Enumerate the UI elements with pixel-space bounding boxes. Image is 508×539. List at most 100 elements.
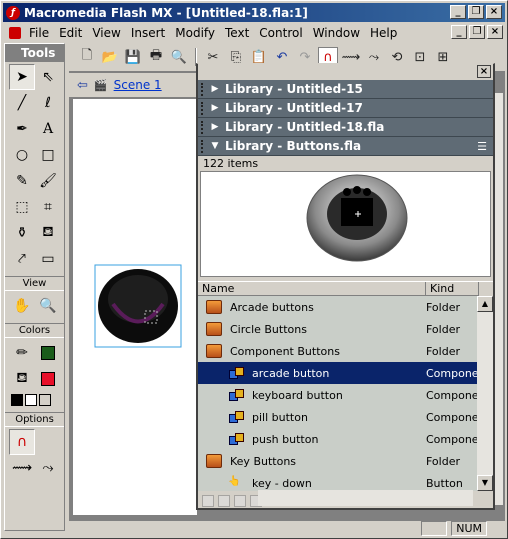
new-file-icon[interactable]: 🗋 bbox=[77, 47, 97, 67]
eraser-tool-icon[interactable]: ▭ bbox=[35, 246, 61, 272]
menu-control[interactable]: Control bbox=[254, 26, 307, 40]
grip-icon[interactable] bbox=[201, 139, 209, 153]
back-arrow-icon[interactable]: ⇦ bbox=[77, 78, 88, 93]
smooth-option-icon[interactable]: ⟿ bbox=[9, 455, 35, 481]
fill-color-icon[interactable]: ⛾ bbox=[9, 366, 35, 392]
hand-tool-icon[interactable]: ✋ bbox=[9, 293, 35, 319]
eyedropper-tool-icon[interactable]: ⤤ bbox=[9, 246, 35, 272]
library-bar-untitled-17[interactable]: ▶ Library - Untitled-17 bbox=[198, 99, 493, 118]
swap-colors-icon[interactable] bbox=[39, 394, 51, 406]
pencil-tool-icon[interactable]: ✎ bbox=[9, 168, 35, 194]
menu-text[interactable]: Text bbox=[220, 26, 254, 40]
oval-tool-icon[interactable]: ○ bbox=[9, 142, 35, 168]
canvas-button-art[interactable] bbox=[73, 99, 197, 515]
options-menu-icon[interactable]: ☰ bbox=[477, 140, 487, 153]
library-bar-buttons[interactable]: ▼ Library - Buttons.fla ☰ bbox=[198, 137, 493, 156]
subselect-tool-icon[interactable]: ⇖ bbox=[35, 64, 61, 90]
straighten-option-icon[interactable]: ⤳ bbox=[35, 455, 61, 481]
library-bar-label: Library - Untitled-18.fla bbox=[225, 120, 385, 134]
library-row[interactable]: Circle Buttons Folder bbox=[198, 318, 493, 340]
library-close-button[interactable]: × bbox=[477, 65, 491, 78]
status-bar: NUM bbox=[3, 519, 507, 538]
component-icon bbox=[228, 388, 244, 402]
doc-restore-button[interactable]: ❐ bbox=[469, 25, 485, 39]
library-row[interactable]: keyboard button Component bbox=[198, 384, 493, 406]
print-preview-icon[interactable]: 🔍 bbox=[169, 47, 189, 67]
maximize-button[interactable]: ❐ bbox=[468, 5, 484, 19]
ink-bottle-tool-icon[interactable]: ⚱ bbox=[9, 220, 35, 246]
minimize-button[interactable]: _ bbox=[450, 5, 466, 19]
menu-help[interactable]: Help bbox=[365, 26, 402, 40]
new-folder-icon[interactable] bbox=[218, 495, 230, 507]
library-row[interactable]: arcade button Component bbox=[198, 362, 493, 384]
expand-arrow-icon[interactable]: ▶ bbox=[209, 84, 221, 94]
button-symbol-icon: 👆 bbox=[228, 476, 241, 487]
library-row[interactable]: Component Buttons Folder bbox=[198, 340, 493, 362]
fill-color-swatch[interactable] bbox=[35, 366, 61, 392]
stage-canvas[interactable] bbox=[73, 99, 197, 515]
doc-minimize-button[interactable]: _ bbox=[451, 25, 467, 39]
library-row[interactable]: Key Buttons Folder bbox=[198, 450, 493, 472]
line-tool-icon[interactable]: ╱ bbox=[9, 90, 35, 116]
print-icon[interactable]: 🖶 bbox=[146, 47, 166, 67]
scene-icon: 🎬 bbox=[93, 78, 108, 92]
library-list: Arcade buttons Folder Circle Buttons Folder… bbox=[198, 296, 493, 491]
component-icon bbox=[228, 366, 244, 380]
properties-icon[interactable] bbox=[234, 495, 246, 507]
library-row[interactable]: Arcade buttons Folder bbox=[198, 296, 493, 318]
scroll-up-button[interactable]: ▲ bbox=[477, 296, 493, 312]
library-row[interactable]: 👆 key - down Button bbox=[198, 472, 493, 491]
library-bar-untitled-18[interactable]: ▶ Library - Untitled-18.fla bbox=[198, 118, 493, 137]
menu-window[interactable]: Window bbox=[308, 26, 365, 40]
row-name: Key Buttons bbox=[230, 454, 297, 468]
scene-link[interactable]: Scene 1 bbox=[114, 78, 162, 92]
library-horizontal-scrollbar[interactable] bbox=[258, 490, 473, 506]
expand-arrow-icon[interactable]: ▶ bbox=[209, 103, 221, 113]
arrow-tool-icon[interactable]: ➤ bbox=[9, 64, 35, 90]
paint-bucket-tool-icon[interactable]: ⛾ bbox=[35, 220, 61, 246]
menu-edit[interactable]: Edit bbox=[54, 26, 87, 40]
save-icon[interactable]: 💾 bbox=[123, 47, 143, 67]
library-row[interactable]: push button Component bbox=[198, 428, 493, 450]
options-label: Options bbox=[5, 412, 64, 427]
menu-file[interactable]: File bbox=[24, 26, 54, 40]
pen-tool-icon[interactable]: ✒ bbox=[9, 116, 35, 142]
no-color-icon[interactable] bbox=[25, 394, 37, 406]
rectangle-tool-icon[interactable]: □ bbox=[35, 142, 61, 168]
stroke-color-icon[interactable]: ✏ bbox=[9, 340, 35, 366]
grip-icon[interactable] bbox=[201, 82, 209, 96]
free-transform-tool-icon[interactable]: ⬚ bbox=[9, 194, 35, 220]
grip-icon[interactable] bbox=[201, 120, 209, 134]
grip-icon[interactable] bbox=[201, 101, 209, 115]
col-kind[interactable]: Kind bbox=[426, 282, 479, 296]
folder-icon bbox=[206, 454, 222, 468]
library-column-header: Name Kind bbox=[198, 281, 493, 296]
new-symbol-icon[interactable] bbox=[202, 495, 214, 507]
menu-view[interactable]: View bbox=[87, 26, 125, 40]
folder-icon bbox=[206, 300, 222, 314]
view-label: View bbox=[5, 276, 64, 291]
library-bar-untitled-15[interactable]: ▶ Library - Untitled-15 bbox=[198, 80, 493, 99]
library-vertical-scrollbar[interactable]: ▲ ▼ bbox=[477, 296, 493, 491]
document-icon[interactable] bbox=[9, 26, 21, 39]
library-row[interactable]: pill button Component bbox=[198, 406, 493, 428]
col-name[interactable]: Name bbox=[198, 282, 426, 296]
snap-magnet-option-icon[interactable]: ∩ bbox=[9, 429, 35, 455]
expand-arrow-icon[interactable]: ▶ bbox=[209, 122, 221, 132]
scroll-down-button[interactable]: ▼ bbox=[477, 475, 493, 491]
stroke-color-swatch[interactable] bbox=[35, 340, 61, 366]
close-button[interactable]: × bbox=[486, 5, 502, 19]
row-name: Arcade buttons bbox=[230, 300, 314, 314]
collapse-arrow-icon[interactable]: ▼ bbox=[209, 141, 221, 151]
brush-tool-icon[interactable]: 🖌 bbox=[35, 168, 61, 194]
fill-transform-tool-icon[interactable]: ⌗ bbox=[35, 194, 61, 220]
open-icon[interactable]: 📂 bbox=[100, 47, 120, 67]
doc-close-button[interactable]: × bbox=[487, 25, 503, 39]
zoom-tool-icon[interactable]: 🔍 bbox=[35, 293, 61, 319]
menu-insert[interactable]: Insert bbox=[126, 26, 170, 40]
default-colors-icon[interactable] bbox=[11, 394, 23, 406]
text-tool-icon[interactable]: A bbox=[35, 116, 61, 142]
menu-modify[interactable]: Modify bbox=[170, 26, 220, 40]
lasso-tool-icon[interactable]: ℓ bbox=[35, 90, 61, 116]
window-title: Macromedia Flash MX - [Untitled-18.fla:1… bbox=[24, 5, 308, 20]
